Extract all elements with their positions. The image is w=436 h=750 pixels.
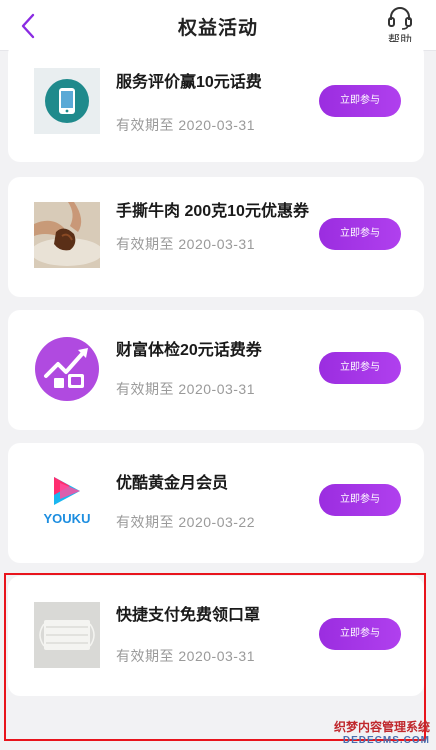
benefit-card[interactable]: YOUKU 优酷黄金月会员 有效期至 2020-03-22 立即参与 (8, 443, 424, 563)
card-title: 财富体检20元话费券 (116, 342, 262, 359)
watermark: 织梦内容管理系统 DEDECMS.COM (334, 718, 430, 746)
card-thumbnail (34, 602, 100, 668)
growth-chart-icon (35, 337, 99, 401)
face-mask-image (34, 602, 100, 668)
card-expiry: 有效期至 2020-03-31 (116, 648, 256, 664)
join-button[interactable]: 立即参与 (319, 352, 401, 384)
benefit-card[interactable]: 服务评价赢10元话费 有效期至 2020-03-31 立即参与 (8, 42, 424, 162)
card-expiry: 有效期至 2020-03-22 (116, 514, 256, 530)
phone-icon (34, 68, 100, 134)
youku-logo-text: YOUKU (44, 511, 91, 526)
page-title: 权益活动 (177, 18, 258, 39)
card-title: 优酷黄金月会员 (116, 475, 229, 492)
card-title: 手撕牛肉 200克10元优惠券 (116, 203, 309, 220)
join-button[interactable]: 立即参与 (319, 85, 401, 117)
card-thumbnail: YOUKU (34, 469, 100, 535)
benefit-card[interactable]: 手撕牛肉 200克10元优惠券 有效期至 2020-03-31 立即参与 (8, 177, 424, 297)
beef-jerky-image (34, 202, 100, 268)
watermark-title: 织梦内容管理系统 (333, 720, 430, 734)
youku-logo: YOUKU (34, 469, 100, 535)
card-expiry: 有效期至 2020-03-31 (116, 236, 256, 252)
benefit-card[interactable]: 快捷支付免费领口罩 有效期至 2020-03-31 立即参与 (8, 576, 424, 696)
card-title: 快捷支付免费领口罩 (116, 607, 261, 624)
card-thumbnail (34, 68, 100, 134)
join-button[interactable]: 立即参与 (319, 618, 401, 650)
benefit-card[interactable]: 财富体检20元话费券 有效期至 2020-03-31 立即参与 (8, 310, 424, 430)
headset-icon (388, 7, 412, 30)
join-button[interactable]: 立即参与 (319, 218, 401, 250)
card-expiry: 有效期至 2020-03-31 (116, 117, 256, 133)
card-thumbnail (34, 202, 100, 268)
watermark-domain: DEDECMS.COM (342, 735, 430, 746)
card-thumbnail (34, 336, 100, 402)
card-title: 服务评价赢10元话费 (116, 74, 262, 91)
card-expiry: 有效期至 2020-03-31 (116, 381, 256, 397)
join-button[interactable]: 立即参与 (319, 484, 401, 516)
